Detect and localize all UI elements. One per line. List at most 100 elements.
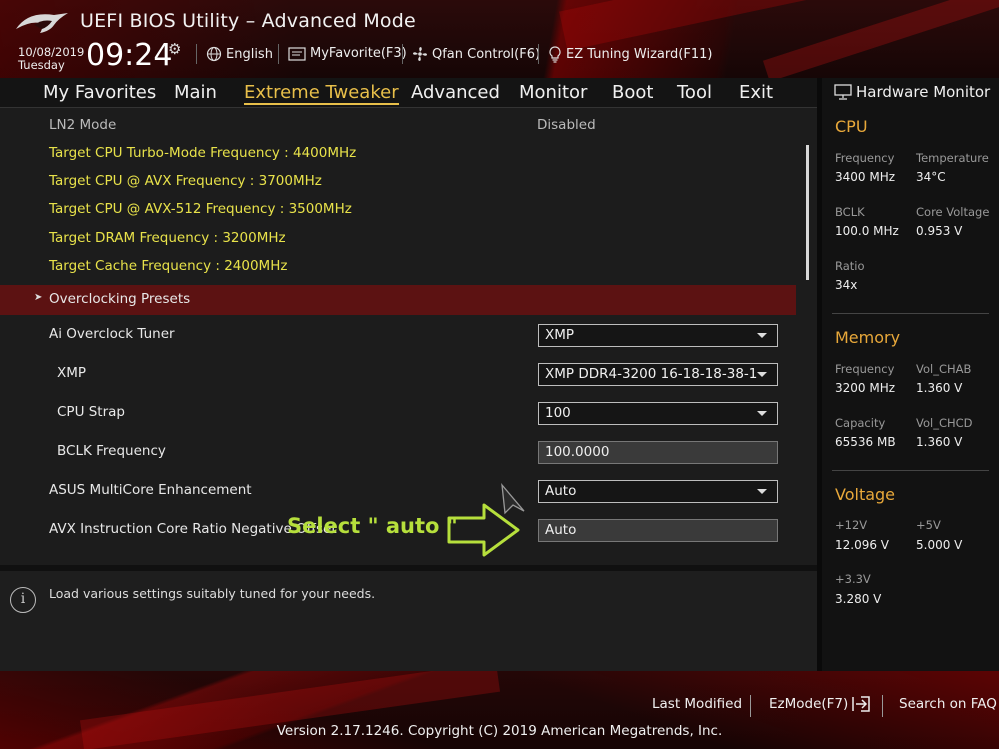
bclk-frequency-input[interactable]: 100.0000	[538, 441, 778, 464]
tab-extreme-tweaker[interactable]: Extreme Tweaker	[244, 82, 399, 105]
setting-label: Ai Overclock Tuner	[49, 326, 175, 342]
language-button[interactable]: English	[206, 46, 273, 62]
vol-chcd-label: Vol_CHCD	[916, 416, 973, 430]
qfan-control-label: Qfan Control(F6)	[432, 46, 541, 62]
vol-chab-label: Vol_CHAB	[916, 362, 972, 376]
ezmode-label: EzMode(F7)	[769, 696, 849, 712]
avx-offset-input[interactable]: Auto	[538, 519, 778, 542]
myfavorite-button[interactable]: MyFavorite(F3)	[288, 46, 407, 61]
capacity-label: Capacity	[835, 416, 886, 430]
clock-time[interactable]: 09:24	[86, 38, 172, 73]
ratio-value: 34x	[835, 278, 858, 292]
info-row: Target DRAM Frequency : 3200MHz	[0, 224, 800, 254]
app-title: UEFI BIOS Utility – Advanced Mode	[80, 10, 416, 32]
favorite-icon	[288, 46, 306, 61]
target-info-text: Target CPU @ AVX-512 Frequency : 3500MHz	[49, 201, 352, 217]
setting-label: ASUS MultiCore Enhancement	[49, 482, 252, 498]
v33-label: +3.3V	[835, 572, 871, 586]
vol-chcd-value: 1.360 V	[916, 435, 963, 449]
scrollbar[interactable]	[806, 145, 809, 280]
target-info-text: Target DRAM Frequency : 3200MHz	[49, 230, 286, 246]
info-row: Target CPU @ AVX Frequency : 3700MHz	[0, 167, 800, 197]
ez-tuning-wizard-label: EZ Tuning Wizard(F11)	[566, 47, 713, 62]
v5-label: +5V	[916, 518, 941, 532]
setting-label: CPU Strap	[57, 404, 125, 420]
dropdown-value: 100	[545, 405, 571, 421]
target-info-text: Target CPU @ AVX Frequency : 3700MHz	[49, 173, 322, 189]
overclocking-presets-row[interactable]: ➤ Overclocking Presets	[0, 285, 796, 315]
dropdown-value: XMP	[545, 327, 575, 343]
memory-heading: Memory	[835, 328, 901, 347]
cpu-frequency-label: Frequency	[835, 151, 895, 165]
tab-advanced[interactable]: Advanced	[411, 82, 500, 103]
mouse-cursor-icon	[501, 483, 525, 515]
bclk-value: 100.0 MHz	[835, 224, 899, 238]
qfan-control-button[interactable]: Qfan Control(F6)	[412, 46, 540, 62]
tab-main[interactable]: Main	[174, 82, 217, 103]
bclk-label: BCLK	[835, 205, 865, 219]
setting-row-bclk-frequency: BCLK Frequency 100.0000	[0, 437, 800, 467]
ez-tuning-wizard-button[interactable]: EZ Tuning Wizard(F11)	[548, 46, 712, 63]
header-bar: UEFI BIOS Utility – Advanced Mode 10/08/…	[0, 0, 999, 78]
vol-chab-value: 1.360 V	[916, 381, 963, 395]
cpu-temperature-label: Temperature	[916, 151, 989, 165]
header-divider	[278, 44, 279, 64]
tab-boot[interactable]: Boot	[612, 82, 653, 103]
info-icon: i	[10, 587, 36, 613]
footer-divider	[882, 695, 883, 717]
cpu-strap-dropdown[interactable]: 100	[538, 402, 778, 425]
v12-value: 12.096 V	[835, 538, 890, 552]
gear-icon[interactable]: ⚙	[168, 40, 181, 58]
setting-row-xmp: XMP XMP DDR4-3200 16-18-18-38-1.	[0, 359, 800, 389]
cpu-heading: CPU	[835, 117, 868, 136]
tab-tool[interactable]: Tool	[677, 82, 712, 103]
target-info-text: Target CPU Turbo-Mode Frequency : 4400MH…	[49, 145, 357, 161]
myfavorite-label: MyFavorite(F3)	[310, 46, 407, 61]
language-label: English	[226, 46, 273, 62]
search-faq-button[interactable]: Search on FAQ	[899, 696, 997, 712]
header-divider	[196, 44, 197, 64]
setting-label: LN2 Mode	[49, 117, 117, 133]
xmp-profile-dropdown[interactable]: XMP DDR4-3200 16-18-18-38-1.	[538, 363, 778, 386]
setting-row-asus-multicore-enhancement: ASUS MultiCore Enhancement Auto	[0, 476, 800, 506]
dropdown-value: XMP DDR4-3200 16-18-18-38-1.	[545, 366, 757, 382]
multicore-enhancement-dropdown[interactable]: Auto	[538, 480, 778, 503]
chevron-down-icon	[757, 333, 767, 338]
setting-label: XMP	[57, 365, 87, 381]
hardware-monitor-label: Hardware Monitor	[856, 83, 991, 101]
voltage-heading: Voltage	[835, 485, 896, 504]
monitor-icon	[834, 84, 852, 100]
section-label: Overclocking Presets	[49, 291, 191, 307]
section-divider	[832, 470, 989, 471]
dropdown-value: Auto	[545, 483, 577, 499]
ezmode-button[interactable]: EzMode(F7)	[769, 696, 871, 712]
header-decoration	[762, 0, 999, 78]
header-divider	[538, 44, 539, 64]
last-modified-button[interactable]: Last Modified	[652, 696, 742, 712]
ratio-label: Ratio	[835, 259, 865, 273]
info-row: Target CPU @ AVX-512 Frequency : 3500MHz	[0, 195, 800, 225]
tab-monitor[interactable]: Monitor	[519, 82, 587, 103]
ai-overclock-tuner-dropdown[interactable]: XMP	[538, 324, 778, 347]
ln2-mode-row[interactable]: LN2 Mode Disabled	[0, 111, 800, 141]
setting-value: Disabled	[537, 117, 596, 133]
v5-value: 5.000 V	[916, 538, 963, 552]
date-display: 10/08/2019 Tuesday	[18, 46, 84, 72]
info-row: Target Cache Frequency : 2400MHz	[0, 252, 800, 282]
v33-value: 3.280 V	[835, 592, 882, 606]
lightbulb-icon	[549, 46, 561, 63]
rog-logo-icon	[16, 13, 68, 33]
expand-arrow-icon: ➤	[34, 292, 43, 303]
tab-exit[interactable]: Exit	[739, 82, 773, 103]
header-divider	[402, 44, 403, 64]
cpu-frequency-value: 3400 MHz	[835, 170, 896, 184]
section-divider	[832, 313, 989, 314]
exit-arrow-icon	[852, 696, 871, 712]
chevron-down-icon	[757, 372, 767, 377]
chevron-down-icon	[757, 489, 767, 494]
hardware-monitor-title: Hardware Monitor	[834, 83, 990, 101]
version-text: Version 2.17.1246. Copyright (C) 2019 Am…	[276, 723, 723, 739]
core-voltage-label: Core Voltage	[916, 205, 990, 219]
main-panel: My Favorites Main Extreme Tweaker Advanc…	[0, 78, 817, 671]
tab-my-favorites[interactable]: My Favorites	[43, 82, 156, 103]
